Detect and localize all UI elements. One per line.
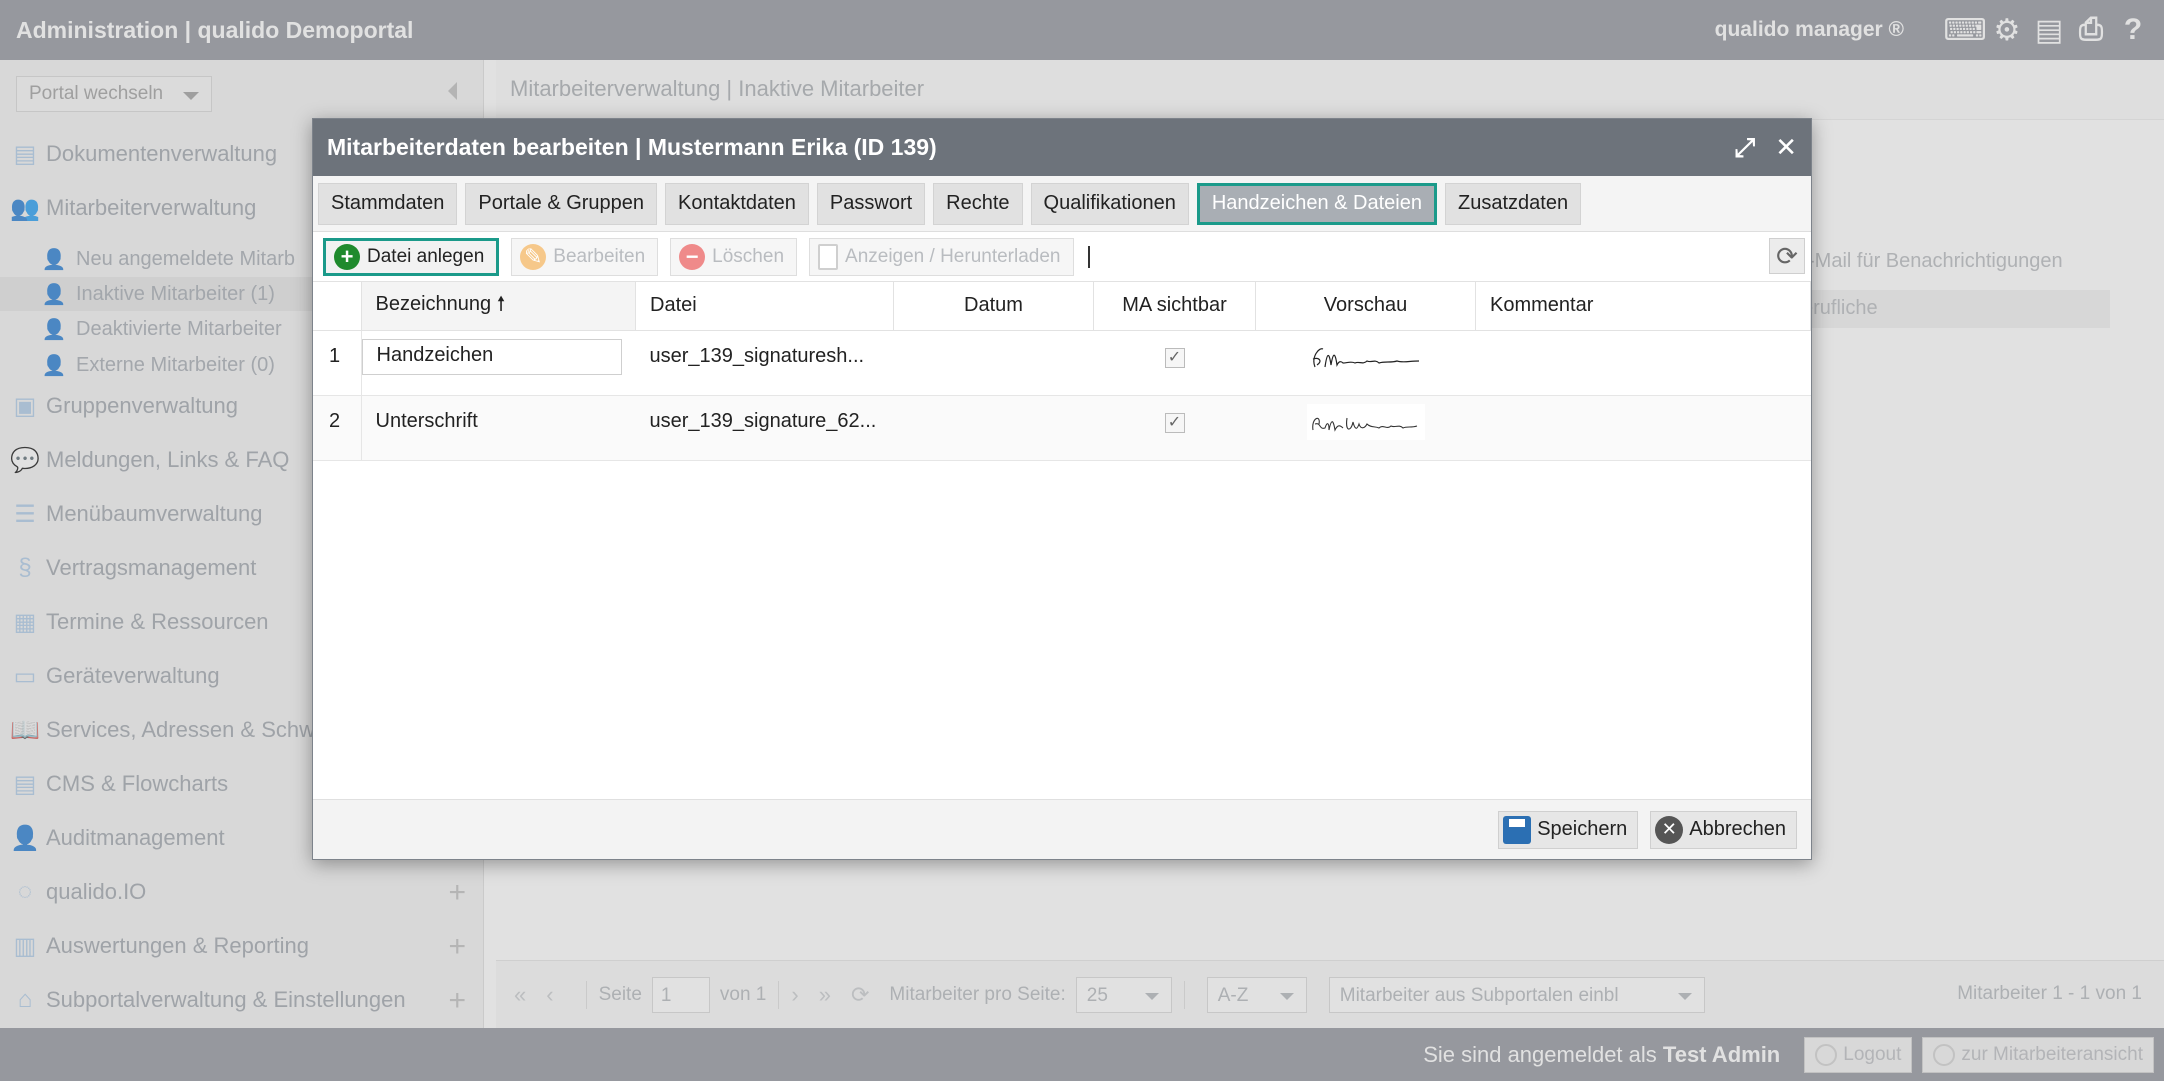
edit-label: Bearbeiten <box>553 245 646 267</box>
create-file-label: Datei anlegen <box>367 245 485 267</box>
refresh-icon: ⟳ <box>1776 240 1798 271</box>
view-download-button[interactable]: Anzeigen / Herunterladen <box>809 237 1074 276</box>
tab-portale-gruppen[interactable]: Portale & Gruppen <box>465 182 658 225</box>
signature-preview-image <box>1306 403 1425 440</box>
column-name-label: Bezeichnung <box>375 292 492 315</box>
tab-passwort[interactable]: Passwort <box>816 182 926 225</box>
comment-cell <box>1475 330 1811 396</box>
column-header-preview[interactable]: Vorschau <box>1255 282 1476 331</box>
create-file-button[interactable]: + Datei anlegen <box>323 237 500 276</box>
files-toolbar: + Datei anlegen ✎ Bearbeiten − Löschen Anze… <box>313 232 1811 282</box>
tab-stammdaten[interactable]: Stammdaten <box>318 182 458 225</box>
column-header-comment[interactable]: Kommentar <box>1475 282 1811 331</box>
close-icon[interactable]: ✕ <box>1775 132 1797 163</box>
delete-button[interactable]: − Löschen <box>670 237 798 276</box>
employee-dialog: Mitarbeiterdaten bearbeiten | Mustermann… <box>312 118 1812 860</box>
date-cell <box>893 330 1094 396</box>
initials-preview-image <box>1312 347 1419 367</box>
visible-checkbox[interactable]: ✓ <box>1164 412 1185 433</box>
table-header-row: Bezeichnung 🠕 Datei Datum MA sichtbar Vo… <box>313 282 1811 331</box>
tab-kontaktdaten[interactable]: Kontaktdaten <box>665 182 809 225</box>
tab-zusatzdaten[interactable]: Zusatzdaten <box>1445 182 1582 225</box>
visible-checkbox[interactable]: ✓ <box>1164 347 1185 368</box>
table-row[interactable]: 2 Unterschrift user_139_signature_62... … <box>313 395 1811 461</box>
preview-cell <box>1255 330 1476 396</box>
visible-cell[interactable]: ✓ <box>1093 330 1256 396</box>
tab-handzeichen-dateien[interactable]: Handzeichen & Dateien <box>1196 182 1437 225</box>
refresh-button[interactable]: ⟳ <box>1769 238 1805 274</box>
dialog-title: Mitarbeiterdaten bearbeiten | Mustermann… <box>327 134 937 160</box>
table-row[interactable]: 1 Handzeichen user_139_signaturesh... ✓ <box>313 330 1811 396</box>
visible-cell[interactable]: ✓ <box>1093 395 1256 461</box>
minus-circle-icon: − <box>679 243 706 270</box>
column-header-date[interactable]: Datum <box>893 282 1094 331</box>
name-cell[interactable]: Unterschrift <box>361 395 636 461</box>
floppy-disk-icon <box>1503 815 1532 844</box>
column-header-visible[interactable]: MA sichtbar <box>1093 282 1256 331</box>
view-download-label: Anzeigen / Herunterladen <box>845 245 1061 267</box>
preview-cell <box>1255 395 1476 461</box>
file-cell: user_139_signaturesh... <box>635 330 894 396</box>
file-cell: user_139_signature_62... <box>635 395 894 461</box>
sort-asc-icon: 🠕 <box>496 292 506 315</box>
cancel-button[interactable]: ✕ Abbrechen <box>1650 810 1797 849</box>
tab-qualifikationen[interactable]: Qualifikationen <box>1030 182 1189 225</box>
document-icon <box>818 243 839 270</box>
row-number: 2 <box>313 395 362 461</box>
save-button[interactable]: Speichern <box>1498 810 1639 849</box>
date-cell <box>893 395 1094 461</box>
dialog-header: Mitarbeiterdaten bearbeiten | Mustermann… <box>313 119 1811 176</box>
files-table: Bezeichnung 🠕 Datei Datum MA sichtbar Vo… <box>313 282 1811 461</box>
tab-rechte[interactable]: Rechte <box>933 182 1023 225</box>
dialog-footer: Speichern ✕ Abbrechen <box>313 799 1811 859</box>
column-header-file[interactable]: Datei <box>635 282 894 331</box>
row-number: 1 <box>313 330 362 396</box>
delete-label: Löschen <box>712 245 785 267</box>
edit-button[interactable]: ✎ Bearbeiten <box>511 237 659 276</box>
pencil-icon: ✎ <box>520 243 547 270</box>
save-label: Speichern <box>1537 818 1628 840</box>
text-cursor <box>1087 245 1090 268</box>
cancel-label: Abbrechen <box>1689 818 1786 840</box>
name-cell-editor[interactable]: Handzeichen <box>361 338 622 375</box>
row-number-header <box>313 282 362 331</box>
plus-circle-icon: + <box>334 243 360 270</box>
maximize-icon[interactable]: ⤢ <box>1734 132 1755 164</box>
name-cell[interactable]: Handzeichen <box>361 330 636 396</box>
dialog-tabs: Stammdaten Portale & Gruppen Kontaktdate… <box>313 176 1811 232</box>
comment-cell <box>1475 395 1811 461</box>
cancel-icon: ✕ <box>1655 815 1684 844</box>
column-header-name[interactable]: Bezeichnung 🠕 <box>361 282 636 331</box>
